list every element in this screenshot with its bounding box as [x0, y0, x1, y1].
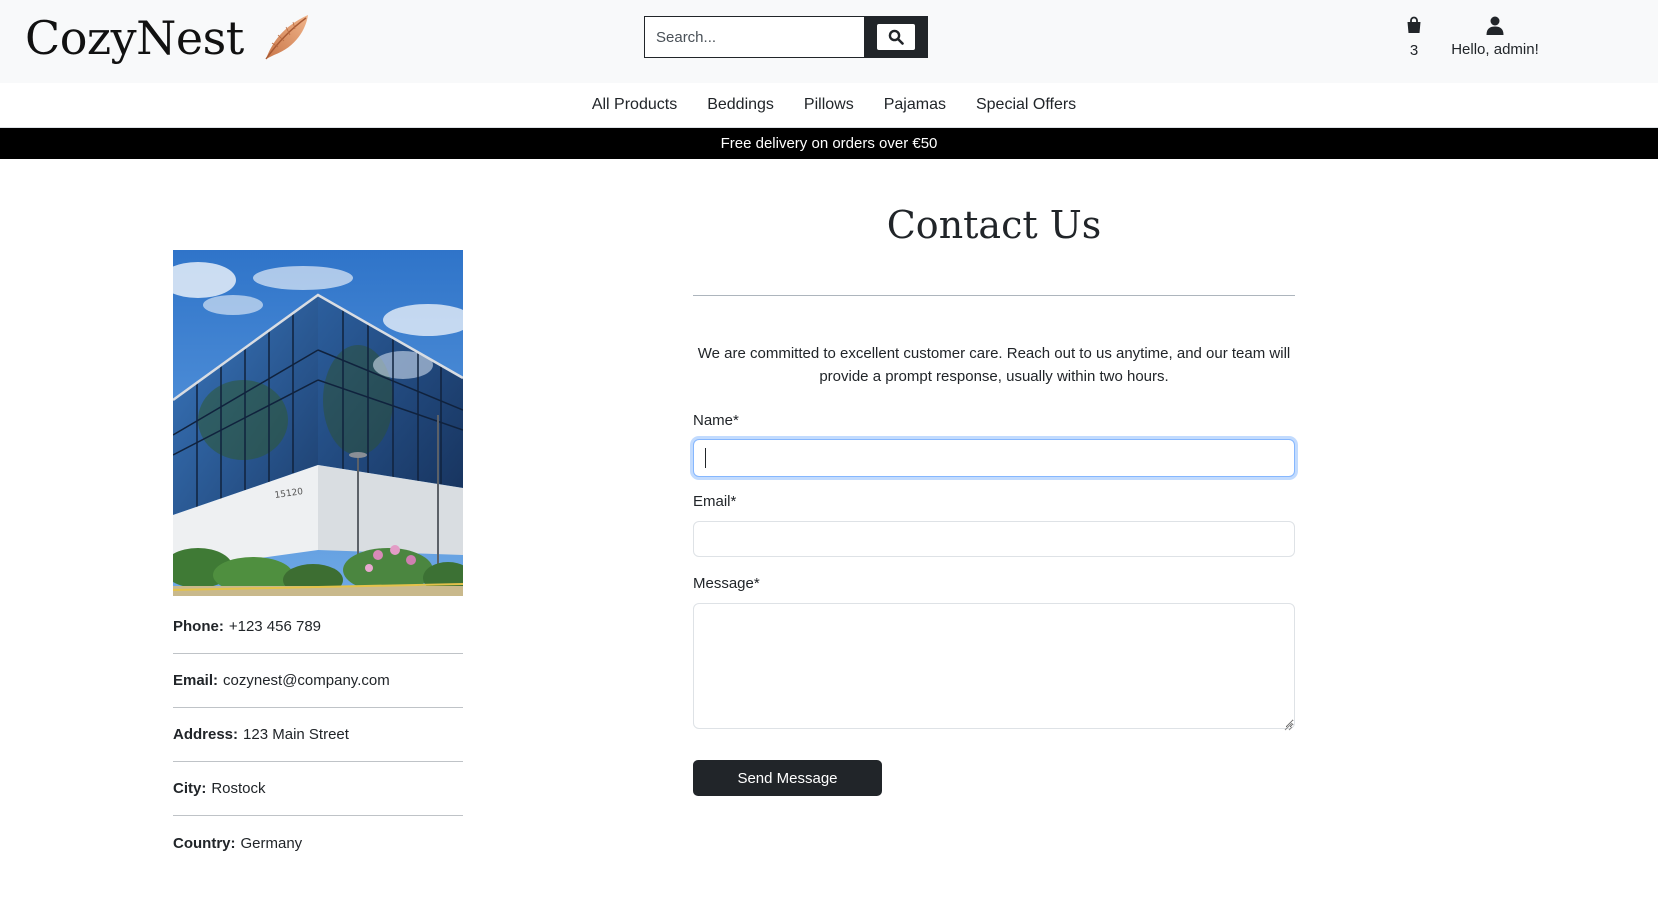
city-label: City:: [173, 780, 207, 797]
country-value: Germany: [240, 834, 303, 852]
feather-icon: [262, 13, 312, 63]
page-title: Contact Us: [886, 203, 1102, 247]
email-label: Email:: [173, 672, 219, 689]
text-cursor: [705, 448, 706, 468]
nav-beddings[interactable]: Beddings: [707, 96, 774, 114]
contact-info: Phone: +123 456 789 Email: cozynest@comp…: [173, 600, 463, 870]
shopping-bag-link[interactable]: 3: [1398, 16, 1430, 59]
logo-link[interactable]: CozyNest: [25, 10, 312, 66]
phone-value: +123 456 789: [228, 618, 322, 635]
email-row: Email: cozynest@company.com: [173, 654, 463, 708]
nav-all-products[interactable]: All Products: [592, 96, 677, 114]
resize-handle-icon[interactable]: [1284, 718, 1293, 731]
shopping-bag-icon: [1398, 16, 1430, 34]
country-label: Country:: [173, 834, 236, 852]
user-icon: [1448, 16, 1542, 35]
message-label: Message*: [693, 575, 760, 592]
site-header: CozyNest Search... 3 Hello, admin!: [0, 0, 1658, 83]
account-greeting: Hello, admin!: [1451, 41, 1539, 58]
search-input[interactable]: [644, 16, 864, 58]
search-icon: [877, 24, 915, 50]
name-field[interactable]: [693, 439, 1295, 477]
city-row: City: Rostock: [173, 762, 463, 816]
address-value: 123 Main Street: [243, 726, 349, 743]
account-link[interactable]: Hello, admin!: [1448, 16, 1542, 58]
nav-special-offers[interactable]: Special Offers: [976, 96, 1076, 114]
banner-text: Free delivery on orders over €50: [720, 135, 938, 152]
city-value: Rostock: [211, 780, 266, 797]
office-building-photo: 15120: [173, 250, 463, 596]
address-label: Address:: [173, 726, 239, 743]
title-divider: [693, 295, 1295, 296]
email-label-field: Email*: [693, 493, 737, 510]
main-nav: All Products Beddings Pillows Pajamas Sp…: [0, 83, 1658, 128]
send-message-button[interactable]: Send Message: [693, 760, 882, 796]
phone-label: Phone:: [173, 618, 224, 635]
phone-row: Phone: +123 456 789: [173, 600, 463, 654]
logo-text: CozyNest: [25, 11, 244, 65]
search-button[interactable]: [864, 16, 928, 58]
nav-pajamas[interactable]: Pajamas: [884, 96, 946, 114]
message-field[interactable]: [693, 603, 1295, 729]
name-label: Name*: [693, 412, 739, 429]
email-value: cozynest@company.com: [223, 672, 390, 689]
nav-pillows[interactable]: Pillows: [804, 96, 854, 114]
country-row: Country: Germany: [173, 816, 463, 870]
address-row: Address: 123 Main Street: [173, 708, 463, 762]
intro-text: We are committed to excellent customer c…: [697, 345, 1291, 385]
delivery-banner: Free delivery on orders over €50: [0, 128, 1658, 159]
email-field[interactable]: [693, 521, 1295, 557]
bag-count: 3: [1409, 42, 1419, 59]
search-form: [644, 16, 928, 58]
